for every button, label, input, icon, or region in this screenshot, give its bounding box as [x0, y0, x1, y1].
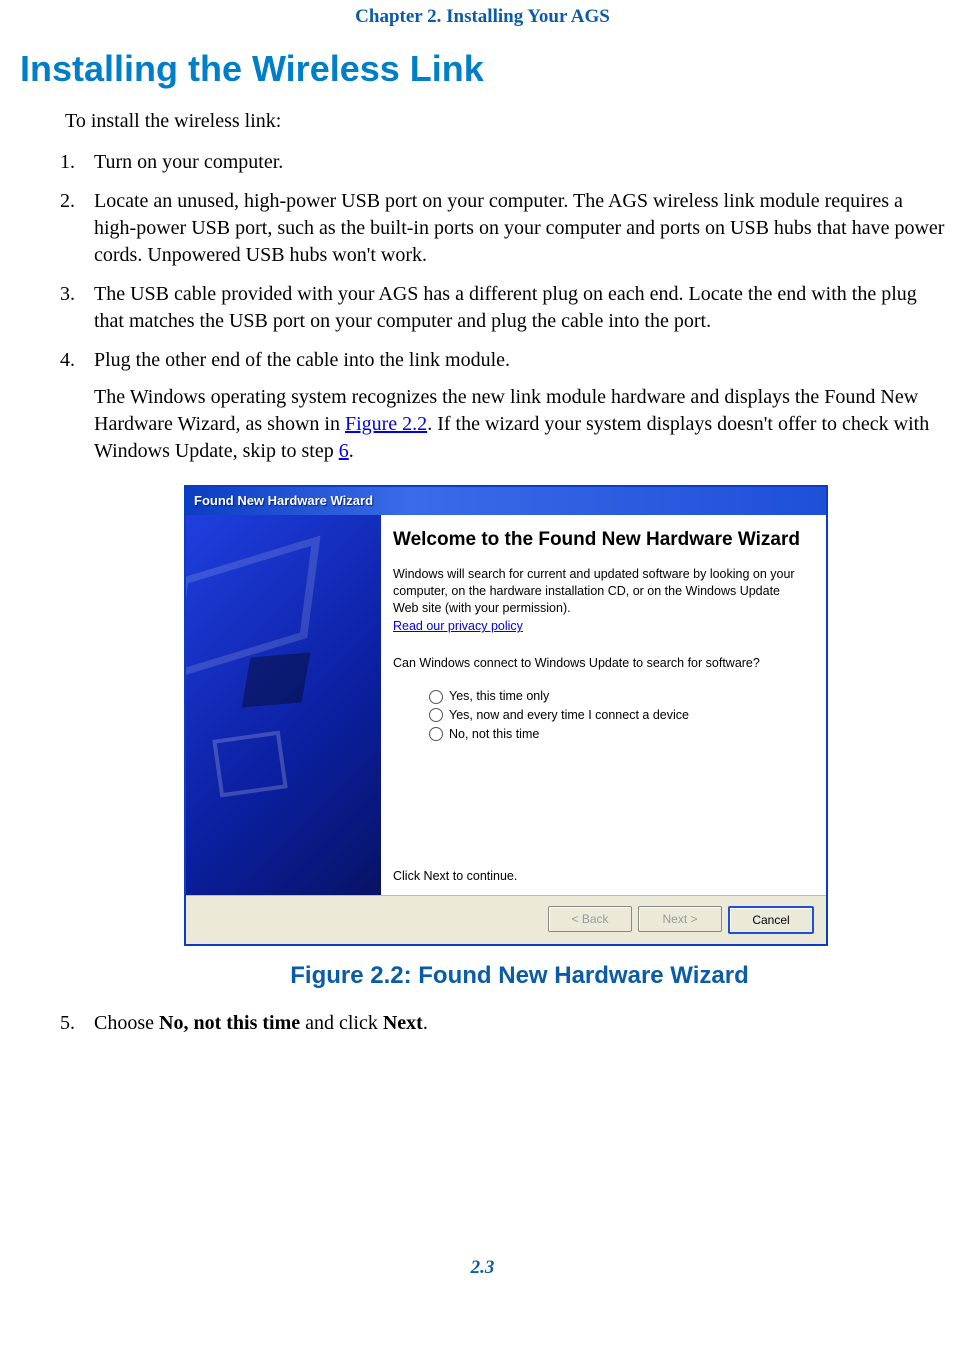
step-text: The USB cable provided with your AGS has…	[94, 283, 917, 332]
step-bold: Next	[383, 1012, 423, 1034]
step-text: and click	[300, 1012, 383, 1034]
wizard-heading: Welcome to the Found New Hardware Wizard	[393, 529, 808, 552]
step-text: Plug the other end of the cable into the…	[94, 349, 510, 371]
option-label: Yes, now and every time I connect a devi…	[449, 707, 689, 724]
page-number: 2.3	[20, 1257, 945, 1279]
wizard-window: Found New Hardware Wizard Welcome to the…	[184, 485, 828, 946]
wizard-main: Welcome to the Found New Hardware Wizard…	[381, 515, 826, 895]
section-title: Installing the Wireless Link	[20, 48, 945, 90]
step-text: Locate an unused, high-power USB port on…	[94, 190, 944, 266]
next-button[interactable]: Next >	[638, 906, 722, 932]
cancel-button[interactable]: Cancel	[728, 906, 814, 934]
step-5: Choose No, not this time and click Next.	[80, 1010, 945, 1037]
sub-text: .	[349, 440, 354, 462]
back-button[interactable]: < Back	[548, 906, 632, 932]
wizard-title: Found New Hardware Wizard	[194, 492, 373, 510]
step-4: Plug the other end of the cable into the…	[80, 347, 945, 992]
option-label: No, not this time	[449, 726, 539, 743]
step-4-sub: The Windows operating system recognizes …	[94, 384, 945, 465]
step-2: Locate an unused, high-power USB port on…	[80, 188, 945, 269]
step-text: Turn on your computer.	[94, 151, 283, 173]
privacy-link[interactable]: Read our privacy policy	[393, 618, 808, 635]
wizard-question: Can Windows connect to Windows Update to…	[393, 655, 808, 672]
chapter-header: Chapter 2. Installing Your AGS	[20, 0, 945, 38]
step-3: The USB cable provided with your AGS has…	[80, 281, 945, 335]
wizard-titlebar: Found New Hardware Wizard	[186, 487, 826, 515]
step-bold: No, not this time	[159, 1012, 300, 1034]
radio-option-yes-once[interactable]: Yes, this time only	[429, 688, 808, 705]
intro-text: To install the wireless link:	[65, 110, 945, 133]
radio-icon	[429, 708, 443, 722]
radio-option-yes-always[interactable]: Yes, now and every time I connect a devi…	[429, 707, 808, 724]
wizard-body: Welcome to the Found New Hardware Wizard…	[186, 515, 826, 895]
figure-caption: Figure 2.2: Found New Hardware Wizard	[94, 960, 945, 992]
step-1: Turn on your computer.	[80, 149, 945, 176]
option-label: Yes, this time only	[449, 688, 549, 705]
step-text: Choose	[94, 1012, 159, 1034]
wizard-side-graphic	[186, 515, 381, 895]
wizard-footer: < Back Next > Cancel	[186, 895, 826, 944]
step-link[interactable]: 6	[339, 440, 349, 462]
wizard-desc: Windows will search for current and upda…	[393, 566, 808, 617]
radio-icon	[429, 727, 443, 741]
wizard-continue: Click Next to continue.	[393, 848, 808, 885]
radio-icon	[429, 690, 443, 704]
step-text: .	[423, 1012, 428, 1034]
steps-list: Turn on your computer. Locate an unused,…	[80, 149, 945, 1037]
figure-link[interactable]: Figure 2.2	[345, 413, 427, 435]
wizard-options: Yes, this time only Yes, now and every t…	[429, 686, 808, 745]
radio-option-no[interactable]: No, not this time	[429, 726, 808, 743]
